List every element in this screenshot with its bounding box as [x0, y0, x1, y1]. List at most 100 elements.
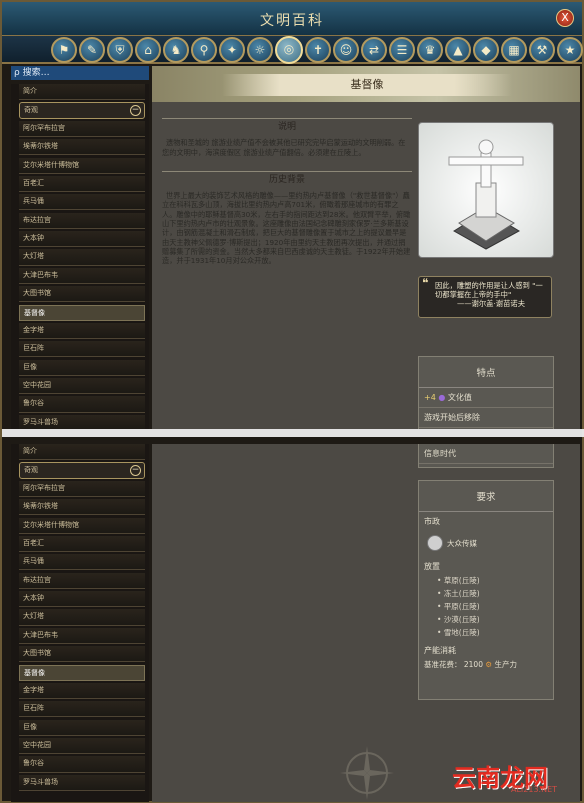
sidebar-item[interactable]: 罗马斗兽场 — [19, 414, 145, 429]
cost-unit: 生产力 — [494, 660, 518, 669]
sidebar-item[interactable]: 布达拉宫 — [19, 572, 145, 589]
sidebar-item[interactable]: 大图书馆 — [19, 286, 145, 303]
sidebar-item[interactable]: 百老汇 — [19, 535, 145, 553]
scroll-icon[interactable]: ✎ — [79, 37, 105, 63]
shield-icon[interactable]: ⛨ — [107, 37, 133, 63]
sidebar-item[interactable]: 鲁尔谷 — [19, 756, 145, 773]
sidebar-item[interactable]: 布达拉宫 — [19, 212, 145, 229]
terrain-item[interactable]: • 草原(丘陵) — [419, 574, 553, 587]
resource-icon[interactable]: ◆ — [473, 37, 499, 63]
sidebar-item[interactable]: 艾尔米塔什博物馆 — [19, 157, 145, 174]
sidebar-item-label: 布达拉宫 — [23, 575, 51, 584]
placement-label: 放置 — [424, 562, 440, 571]
culture-row: +4 ● 文化值 — [419, 388, 553, 408]
bullet-icon: • — [437, 628, 444, 637]
sidebar-item-label: 大本钟 — [23, 594, 44, 602]
sidebar-item[interactable]: 巨石阵 — [19, 341, 145, 358]
sidebar-item[interactable]: 奇观 − — [19, 462, 145, 479]
building-icon[interactable]: ⌂ — [135, 37, 161, 63]
sidebar-item[interactable]: 巨像 — [19, 359, 145, 376]
collapse-icon[interactable]: − — [130, 105, 141, 117]
sidebar-item-label: 金字塔 — [23, 325, 44, 334]
sidebar-item[interactable]: 艾尔米塔什博物馆 — [19, 517, 145, 534]
sidebar-item[interactable]: 金字塔 — [19, 682, 145, 700]
district-icon[interactable]: ▦ — [501, 37, 527, 63]
religion-icon[interactable]: ✝ — [305, 37, 331, 63]
bullet-icon: • — [437, 576, 444, 585]
sidebar-item-label: 大图书馆 — [23, 289, 51, 298]
sidebar-item-label: 艾尔米塔什博物馆 — [23, 160, 79, 169]
sidebar-item[interactable]: 阿尔罕布拉宫 — [19, 480, 145, 497]
tech-icon[interactable]: ✦ — [219, 37, 245, 63]
sidebar-item[interactable]: 基督像 — [19, 664, 145, 681]
sidebar-item[interactable]: 空中花园 — [19, 738, 145, 755]
sidebar-item[interactable]: 鲁尔谷 — [19, 396, 145, 413]
sidebar-item-label: 鲁尔谷 — [23, 759, 44, 768]
sidebar-item[interactable]: 大本钟 — [19, 591, 145, 608]
sidebar-item[interactable]: 简介 — [19, 84, 145, 101]
history-heading: 历史背景 — [162, 170, 412, 185]
sidebar-item[interactable]: 巨石阵 — [19, 701, 145, 718]
sidebar-item[interactable]: 百老汇 — [19, 175, 145, 193]
sidebar-item-label: 兵马俑 — [23, 557, 44, 566]
sidebar-item-label: 埃蒂尔铁塔 — [23, 142, 58, 151]
civ-icon[interactable]: ☼ — [247, 37, 273, 63]
terrain-icon[interactable]: ▲ — [445, 37, 471, 63]
sidebar-item-label: 兵马俑 — [23, 197, 44, 206]
government-icon[interactable]: ♛ — [417, 37, 443, 63]
cost-label: 产能消耗 — [424, 646, 456, 655]
sidebar-item-label: 奇观 — [24, 466, 38, 475]
sidebar-item[interactable]: 埃蒂尔铁塔 — [19, 139, 145, 156]
civic-label: 市政 — [424, 517, 440, 526]
sidebar-item-label: 大图书馆 — [23, 649, 51, 658]
flag-icon[interactable]: ⚑ — [51, 37, 77, 63]
sidebar-item[interactable]: 大本钟 — [19, 231, 145, 248]
great-person-icon[interactable]: ★ — [557, 37, 583, 63]
civic-icon — [427, 535, 443, 551]
sidebar-item[interactable]: 巨像 — [19, 719, 145, 736]
unit-icon[interactable]: ♞ — [163, 37, 189, 63]
base-cost-label: 基准花费： — [424, 660, 462, 669]
sidebar-item-label: 奇观 — [24, 106, 38, 115]
sidebar-item[interactable]: 金字塔 — [19, 322, 145, 340]
sidebar-item[interactable]: 空中花园 — [19, 378, 145, 395]
leader-icon[interactable]: ☺ — [333, 37, 359, 63]
sidebar-item[interactable]: 阿尔罕布拉宫 — [19, 120, 145, 137]
improvement-icon[interactable]: ⚒ — [529, 37, 555, 63]
search-placeholder: 搜索… — [22, 68, 50, 78]
sidebar-item[interactable]: 奇观 − — [19, 102, 145, 119]
sidebar-item[interactable]: 埃蒂尔铁塔 — [19, 499, 145, 516]
civic-link[interactable]: 大众传媒 — [419, 531, 553, 555]
traits-panel: 特点 +4 ● 文化值 游戏开始后移除 — [418, 356, 554, 429]
search-icon: ρ — [14, 68, 20, 78]
quote-box: ❝ 因此，雕塑的作用是让人感到 "一切都掌握在上帝的手中" ——谢尔盖·谢苗诺夫 — [418, 276, 552, 318]
cost-row: 基准花费： 2100 ⚙ 生产力 — [419, 658, 553, 671]
sidebar-item-label: 大灯塔 — [23, 612, 44, 621]
sidebar-item-label: 空中花园 — [23, 741, 51, 749]
sidebar-item[interactable]: 大图书馆 — [19, 646, 145, 663]
sidebar-item[interactable]: 大津巴布韦 — [19, 267, 145, 284]
sidebar-item[interactable]: 罗马斗兽场 — [19, 774, 145, 791]
sidebar-item[interactable]: 大灯塔 — [19, 609, 145, 626]
collapse-icon[interactable]: − — [130, 465, 141, 477]
sidebar-item[interactable]: 兵马俑 — [19, 194, 145, 211]
terrain-item[interactable]: • 雪地(丘陵) — [419, 626, 553, 639]
trade-icon[interactable]: ⇄ — [361, 37, 387, 63]
city-state-icon[interactable]: ◎ — [275, 36, 303, 64]
terrain-item[interactable]: • 沙漠(丘陵) — [419, 613, 553, 626]
terrain-item[interactable]: • 冻土(丘陵) — [419, 587, 553, 600]
sidebar-item[interactable]: 简介 — [19, 444, 145, 461]
search-input[interactable]: ρ 搜索… — [11, 66, 149, 80]
sidebar-item[interactable]: 大灯塔 — [19, 249, 145, 266]
sidebar-item[interactable]: 兵马俑 — [19, 554, 145, 571]
policy-icon[interactable]: ☰ — [389, 37, 415, 63]
terrain-item[interactable]: • 平原(丘陵) — [419, 600, 553, 613]
quote-author: ——谢尔盖·谢苗诺夫 — [457, 299, 525, 309]
sidebar-item-label: 阿尔罕布拉宫 — [23, 483, 65, 492]
sidebar-item[interactable]: 基督像 — [19, 304, 145, 321]
sidebar-item-label: 百老汇 — [23, 178, 44, 187]
close-button[interactable]: X — [556, 9, 574, 27]
production-icon: ⚙ — [485, 660, 493, 669]
sidebar-item[interactable]: 大津巴布韦 — [19, 627, 145, 644]
wonder-icon[interactable]: ⚲ — [191, 37, 217, 63]
